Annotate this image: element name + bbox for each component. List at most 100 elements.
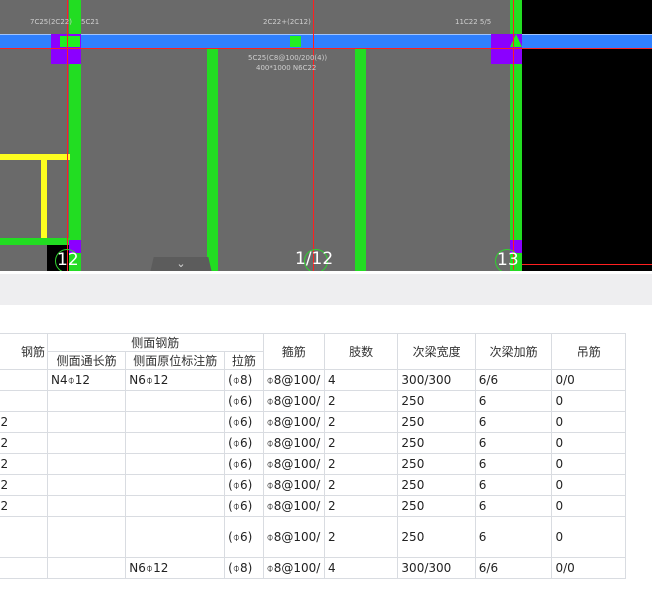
col-header-tie[interactable]: 拉筋 — [224, 351, 264, 370]
table-row[interactable]: 1⌽22 (⌽6)⌽8@100/225060 — [0, 432, 626, 454]
cell-tie[interactable]: (⌽6) — [224, 390, 264, 412]
cell-sub-beam-added[interactable]: 6 — [474, 474, 553, 496]
cell-stirrup[interactable]: ⌽8@100/ — [262, 495, 325, 517]
cell-tie[interactable]: (⌽6) — [224, 516, 264, 558]
beam-green-mid-a[interactable] — [207, 48, 218, 271]
beam-blue[interactable] — [0, 34, 652, 49]
cell-sub-beam-width[interactable]: 250 — [397, 390, 476, 412]
col-header-side-in-situ[interactable]: 侧面原位标注筋 — [125, 351, 226, 370]
table-row[interactable]: N4⌽12 N6⌽12 (⌽8) ⌽8@100/4 300/300 6/6 0/0 — [0, 369, 626, 391]
rebar-table-panel[interactable]: 钢筋 侧面钢筋 箍筋 肢数 次梁宽度 次梁加筋 吊筋 侧面通长筋 侧面原位标注筋… — [0, 305, 652, 611]
cell-side-in-situ[interactable] — [125, 390, 226, 412]
cell-hanger[interactable]: 0 — [551, 516, 626, 558]
cell-tie[interactable]: (⌽8) — [224, 369, 264, 391]
cell-hanger[interactable]: 0 — [551, 411, 626, 433]
cell-hanger[interactable]: 0 — [551, 390, 626, 412]
cell-side-through[interactable] — [46, 474, 127, 496]
cell-tie[interactable]: (⌽6) — [224, 432, 264, 454]
cell-stirrup[interactable]: ⌽8@100/ — [262, 432, 325, 454]
cell-legs[interactable]: 2 — [323, 474, 399, 496]
cell-side-in-situ[interactable]: N6⌽12 — [125, 557, 226, 579]
col-header-left-rebar[interactable]: 钢筋 — [0, 333, 48, 370]
cell-sub-beam-width[interactable]: 300/300 — [397, 557, 476, 579]
cell-sub-beam-added[interactable]: 6 — [474, 432, 553, 454]
cell-stirrup[interactable]: ⌽8@100/ — [262, 516, 325, 558]
cell-side-in-situ[interactable] — [125, 495, 226, 517]
cell-side-in-situ[interactable] — [125, 453, 226, 475]
cell-left-rebar[interactable]: 1⌽22 — [0, 432, 48, 454]
col-header-sub-beam-added[interactable]: 次梁加筋 — [474, 333, 553, 370]
cell-sub-beam-width[interactable]: 250 — [397, 411, 476, 433]
cell-stirrup[interactable]: ⌽8@100/ — [262, 474, 325, 496]
cell-left-rebar[interactable]: 1⌽22 — [0, 495, 48, 517]
cell-side-through[interactable] — [46, 411, 127, 433]
col-header-hanger[interactable]: 吊筋 — [551, 333, 626, 370]
cell-side-in-situ[interactable] — [125, 516, 226, 558]
cell-stirrup[interactable]: ⌽8@100/ — [262, 557, 325, 579]
cell-sub-beam-width[interactable]: 250 — [397, 516, 476, 558]
cell-sub-beam-added[interactable]: 6 — [474, 411, 553, 433]
cell-sub-beam-added[interactable]: 6/6 — [474, 369, 553, 391]
cell-side-in-situ[interactable]: N6⌽12 — [125, 369, 226, 391]
cell-sub-beam-width[interactable]: 250 — [397, 495, 476, 517]
cell-hanger[interactable]: 0 — [551, 453, 626, 475]
table-row[interactable]: 1⌽22 (⌽6)⌽8@100/225060 — [0, 411, 626, 433]
col-header-side-through[interactable]: 侧面通长筋 — [46, 351, 127, 370]
cell-tie[interactable]: (⌽6) — [224, 474, 264, 496]
cell-sub-beam-added[interactable]: 6 — [474, 453, 553, 475]
cell-left-rebar[interactable] — [0, 516, 48, 558]
cell-tie[interactable]: (⌽6) — [224, 495, 264, 517]
cell-left-rebar[interactable] — [0, 369, 48, 391]
cell-side-through[interactable] — [46, 432, 127, 454]
cell-stirrup[interactable]: ⌽8@100/ — [262, 390, 325, 412]
cell-sub-beam-added[interactable]: 6 — [474, 495, 553, 517]
cell-legs[interactable]: 2 — [323, 390, 399, 412]
cell-side-through[interactable] — [46, 390, 127, 412]
cell-side-through[interactable]: N4⌽12 — [46, 369, 127, 391]
cad-viewport[interactable]: 7C25(2C22) 5C21 2C22+(2C12) 11C22 5/5 5C… — [0, 0, 652, 271]
cell-legs[interactable]: 2 — [323, 495, 399, 517]
cell-hanger[interactable]: 0 — [551, 495, 626, 517]
cell-legs[interactable]: 2 — [323, 411, 399, 433]
col-header-legs[interactable]: 肢数 — [323, 333, 399, 370]
cell-legs[interactable]: 2 — [323, 453, 399, 475]
cell-sub-beam-added[interactable]: 6/6 — [474, 557, 553, 579]
cell-side-in-situ[interactable] — [125, 432, 226, 454]
cell-legs[interactable]: 4 — [323, 369, 399, 391]
cell-tie[interactable]: (⌽8) — [224, 557, 264, 579]
table-row[interactable]: (⌽6) ⌽8@100/2 250 6 0 — [0, 516, 626, 558]
cell-tie[interactable]: (⌽6) — [224, 411, 264, 433]
cell-left-rebar[interactable] — [0, 390, 48, 412]
table-row[interactable]: N6⌽12 (⌽8) ⌽8@100/4 300/300 6/6 0/0 — [0, 557, 626, 579]
table-row[interactable]: (⌽6) ⌽8@100/2 250 6 0 — [0, 390, 626, 412]
cell-sub-beam-width[interactable]: 300/300 — [397, 369, 476, 391]
cell-side-through[interactable] — [46, 453, 127, 475]
cell-left-rebar[interactable]: 1⌽22 — [0, 453, 48, 475]
cell-left-rebar[interactable] — [0, 557, 48, 579]
cell-stirrup[interactable]: ⌽8@100/ — [262, 411, 325, 433]
beam-green-mid-b[interactable] — [355, 48, 366, 271]
cell-hanger[interactable]: 0 — [551, 432, 626, 454]
cell-legs[interactable]: 4 — [323, 557, 399, 579]
cell-sub-beam-width[interactable]: 250 — [397, 453, 476, 475]
cell-legs[interactable]: 2 — [323, 516, 399, 558]
table-row[interactable]: 1⌽22 (⌽6)⌽8@100/225060 — [0, 453, 626, 475]
cell-hanger[interactable]: 0/0 — [551, 557, 626, 579]
cell-tie[interactable]: (⌽6) — [224, 453, 264, 475]
cell-stirrup[interactable]: ⌽8@100/ — [262, 453, 325, 475]
cell-stirrup[interactable]: ⌽8@100/ — [262, 369, 325, 391]
cell-hanger[interactable]: 0/0 — [551, 369, 626, 391]
cell-side-through[interactable] — [46, 495, 127, 517]
cell-side-through[interactable] — [46, 516, 127, 558]
cell-left-rebar[interactable]: 1⌽22 — [0, 474, 48, 496]
col-header-sub-beam-width[interactable]: 次梁宽度 — [397, 333, 476, 370]
beam-green-lower-left[interactable] — [0, 238, 70, 245]
panel-collapse-button[interactable]: ⌄ — [150, 257, 212, 271]
table-row[interactable]: 1⌽22 (⌽6)⌽8@100/225060 — [0, 474, 626, 496]
cell-side-through[interactable] — [46, 557, 127, 579]
cell-left-rebar[interactable]: 1⌽22 — [0, 411, 48, 433]
cell-sub-beam-width[interactable]: 250 — [397, 474, 476, 496]
cell-sub-beam-added[interactable]: 6 — [474, 390, 553, 412]
cell-hanger[interactable]: 0 — [551, 474, 626, 496]
cell-side-in-situ[interactable] — [125, 474, 226, 496]
